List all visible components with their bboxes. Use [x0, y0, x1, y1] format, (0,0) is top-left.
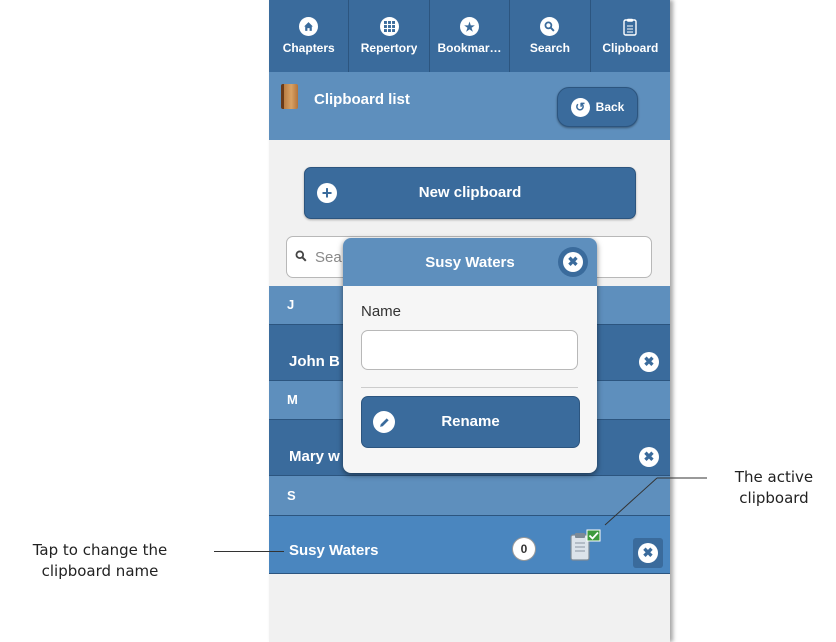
nav-label: Chapters: [282, 41, 335, 55]
dialog-header: Susy Waters ✖: [343, 238, 597, 286]
divider: [361, 387, 578, 388]
book-icon: [281, 84, 298, 109]
name-field[interactable]: [361, 330, 578, 370]
rename-dialog: Susy Waters ✖ Name Rename: [343, 238, 597, 473]
nav-bookmarks[interactable]: ★ Bookmar…: [430, 0, 511, 72]
delete-icon: ✖: [638, 543, 658, 563]
annotation-text: Tap to change the: [32, 541, 168, 559]
section-letter: J: [287, 297, 295, 312]
nav-clipboard[interactable]: Clipboard: [591, 0, 670, 72]
nav-label: Repertory: [360, 41, 418, 55]
rename-label: Rename: [441, 413, 500, 430]
clipboard-icon: [621, 17, 640, 36]
nav-chapters[interactable]: Chapters: [269, 0, 350, 72]
annotation-text: clipboard name: [41, 562, 159, 580]
section-letter: S: [287, 488, 296, 503]
annotation-text: The active: [734, 468, 814, 486]
home-icon: [299, 17, 319, 36]
name-field-label: Name: [361, 303, 402, 320]
clipboard-name: Mary w: [289, 448, 340, 465]
close-button[interactable]: ✖: [558, 247, 588, 277]
annotation-right: The active clipboard: [712, 467, 836, 509]
page-header: Clipboard list ↺ Back: [269, 72, 670, 140]
back-button[interactable]: ↺ Back: [557, 87, 638, 127]
section-letter: M: [287, 392, 298, 407]
annotation-text: clipboard: [739, 489, 809, 507]
back-arrow-icon: ↺: [570, 97, 590, 117]
nav-bar: Chapters Repertory ★ Bookmar… Search Cli…: [269, 0, 670, 72]
page-title: Clipboard list: [314, 91, 410, 108]
active-clipboard-icon[interactable]: [569, 529, 601, 561]
delete-icon[interactable]: ✖: [639, 447, 659, 467]
back-label: Back: [595, 100, 625, 114]
new-clipboard-button[interactable]: + New clipboard: [304, 167, 636, 219]
new-clipboard-label: New clipboard: [418, 184, 522, 201]
close-icon: ✖: [563, 252, 583, 272]
app-screen: Chapters Repertory ★ Bookmar… Search Cli…: [269, 0, 670, 642]
star-icon: ★: [460, 17, 480, 36]
grid-icon: [379, 17, 399, 36]
annotation-left: Tap to change the clipboard name: [0, 540, 200, 582]
annotation-line-right: [604, 477, 707, 526]
nav-repertory[interactable]: Repertory: [349, 0, 430, 72]
delete-button[interactable]: ✖: [633, 538, 663, 568]
clipboard-name[interactable]: Susy Waters: [289, 542, 378, 559]
search-icon: [295, 250, 307, 265]
item-count-badge: 0: [513, 538, 535, 560]
nav-label: Bookmar…: [437, 41, 502, 55]
nav-label: Search: [529, 41, 570, 55]
rename-button[interactable]: Rename: [361, 396, 580, 448]
annotation-line-left: [214, 551, 284, 552]
delete-icon[interactable]: ✖: [639, 352, 659, 372]
search-icon: [540, 17, 560, 36]
nav-search[interactable]: Search: [510, 0, 591, 72]
nav-label: Clipboard: [602, 41, 659, 55]
clipboard-name: John B: [289, 353, 340, 370]
search-placeholder: Sea: [315, 248, 342, 266]
